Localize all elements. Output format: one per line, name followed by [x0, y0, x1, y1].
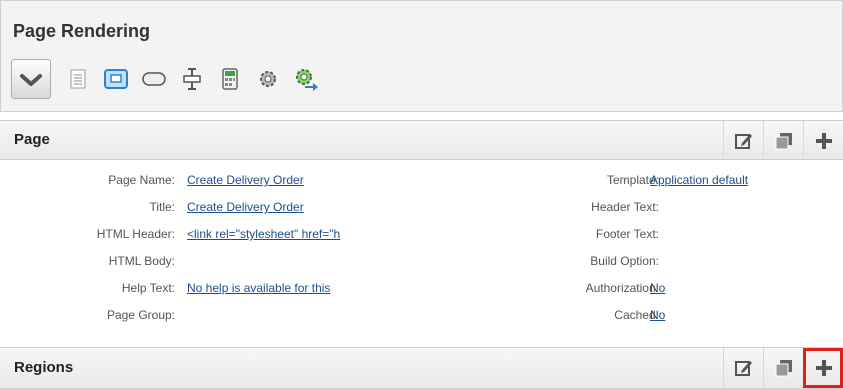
button-icon[interactable]	[137, 62, 171, 96]
prop-value-link[interactable]: Create Delivery Order	[187, 197, 304, 217]
prop-label: Page Group:	[106, 308, 175, 322]
prop-label: Title:	[149, 200, 175, 214]
copy-icon[interactable]	[763, 348, 803, 388]
gear-arrow-icon[interactable]	[289, 62, 323, 96]
copy-icon[interactable]	[763, 121, 803, 161]
page-rendering-panel: Page Rendering	[0, 0, 843, 112]
prop-cached: Cached: No	[420, 305, 843, 325]
prop-label: Help Text:	[121, 281, 175, 295]
prop-value-link[interactable]: Application default	[650, 170, 748, 190]
prop-header-text: Header Text:	[420, 197, 843, 217]
page-section-header: Page	[0, 120, 843, 161]
page-section-actions	[723, 121, 843, 161]
region-icon[interactable]	[99, 62, 133, 96]
prop-value-link[interactable]: No help is available for this	[187, 278, 330, 298]
page-section-title: Page	[14, 131, 50, 148]
prop-value-link[interactable]: Create Delivery Order	[187, 170, 304, 190]
prop-help-text: Help Text: No help is available for this	[0, 278, 420, 298]
view-toolbar	[11, 59, 327, 99]
item-icon[interactable]	[175, 62, 209, 96]
prop-label: HTML Header:	[96, 227, 175, 241]
regions-section-title: Regions	[14, 359, 74, 376]
prop-title: Title: Create Delivery Order	[0, 197, 420, 217]
prop-html-body: HTML Body:	[0, 251, 420, 271]
panel-title: Page Rendering	[13, 21, 151, 41]
prop-value-link[interactable]: No	[650, 305, 665, 325]
prop-value-link[interactable]: <link rel="stylesheet" href="h	[187, 224, 340, 244]
page-icon[interactable]	[61, 62, 95, 96]
prop-label: Footer Text:	[595, 227, 659, 241]
checkmark-icon[interactable]	[11, 59, 51, 99]
prop-html-header: HTML Header: <link rel="stylesheet" href…	[0, 224, 420, 244]
prop-template: Template: Application default	[420, 170, 843, 190]
prop-label: Page Name:	[108, 173, 175, 187]
prop-build-option: Build Option:	[420, 251, 843, 271]
prop-value-link[interactable]: No	[650, 278, 665, 298]
edit-icon[interactable]	[723, 121, 763, 161]
edit-icon[interactable]	[723, 348, 763, 388]
prop-label: HTML Body:	[108, 254, 175, 268]
page-properties: Page Name: Create Delivery Order Title: …	[0, 164, 843, 346]
plus-icon[interactable]	[803, 121, 843, 161]
prop-page-group: Page Group:	[0, 305, 420, 325]
gear-icon[interactable]	[251, 62, 285, 96]
calculator-icon[interactable]	[213, 62, 247, 96]
regions-section-header: Regions	[0, 347, 843, 389]
plus-icon[interactable]	[803, 348, 843, 388]
prop-label: Authorization:	[585, 281, 659, 295]
prop-label: Header Text:	[591, 200, 659, 214]
regions-section-actions	[723, 348, 843, 388]
prop-page-name: Page Name: Create Delivery Order	[0, 170, 420, 190]
prop-footer-text: Footer Text:	[420, 224, 843, 244]
prop-label: Build Option:	[590, 254, 659, 268]
prop-authorization: Authorization: No	[420, 278, 843, 298]
